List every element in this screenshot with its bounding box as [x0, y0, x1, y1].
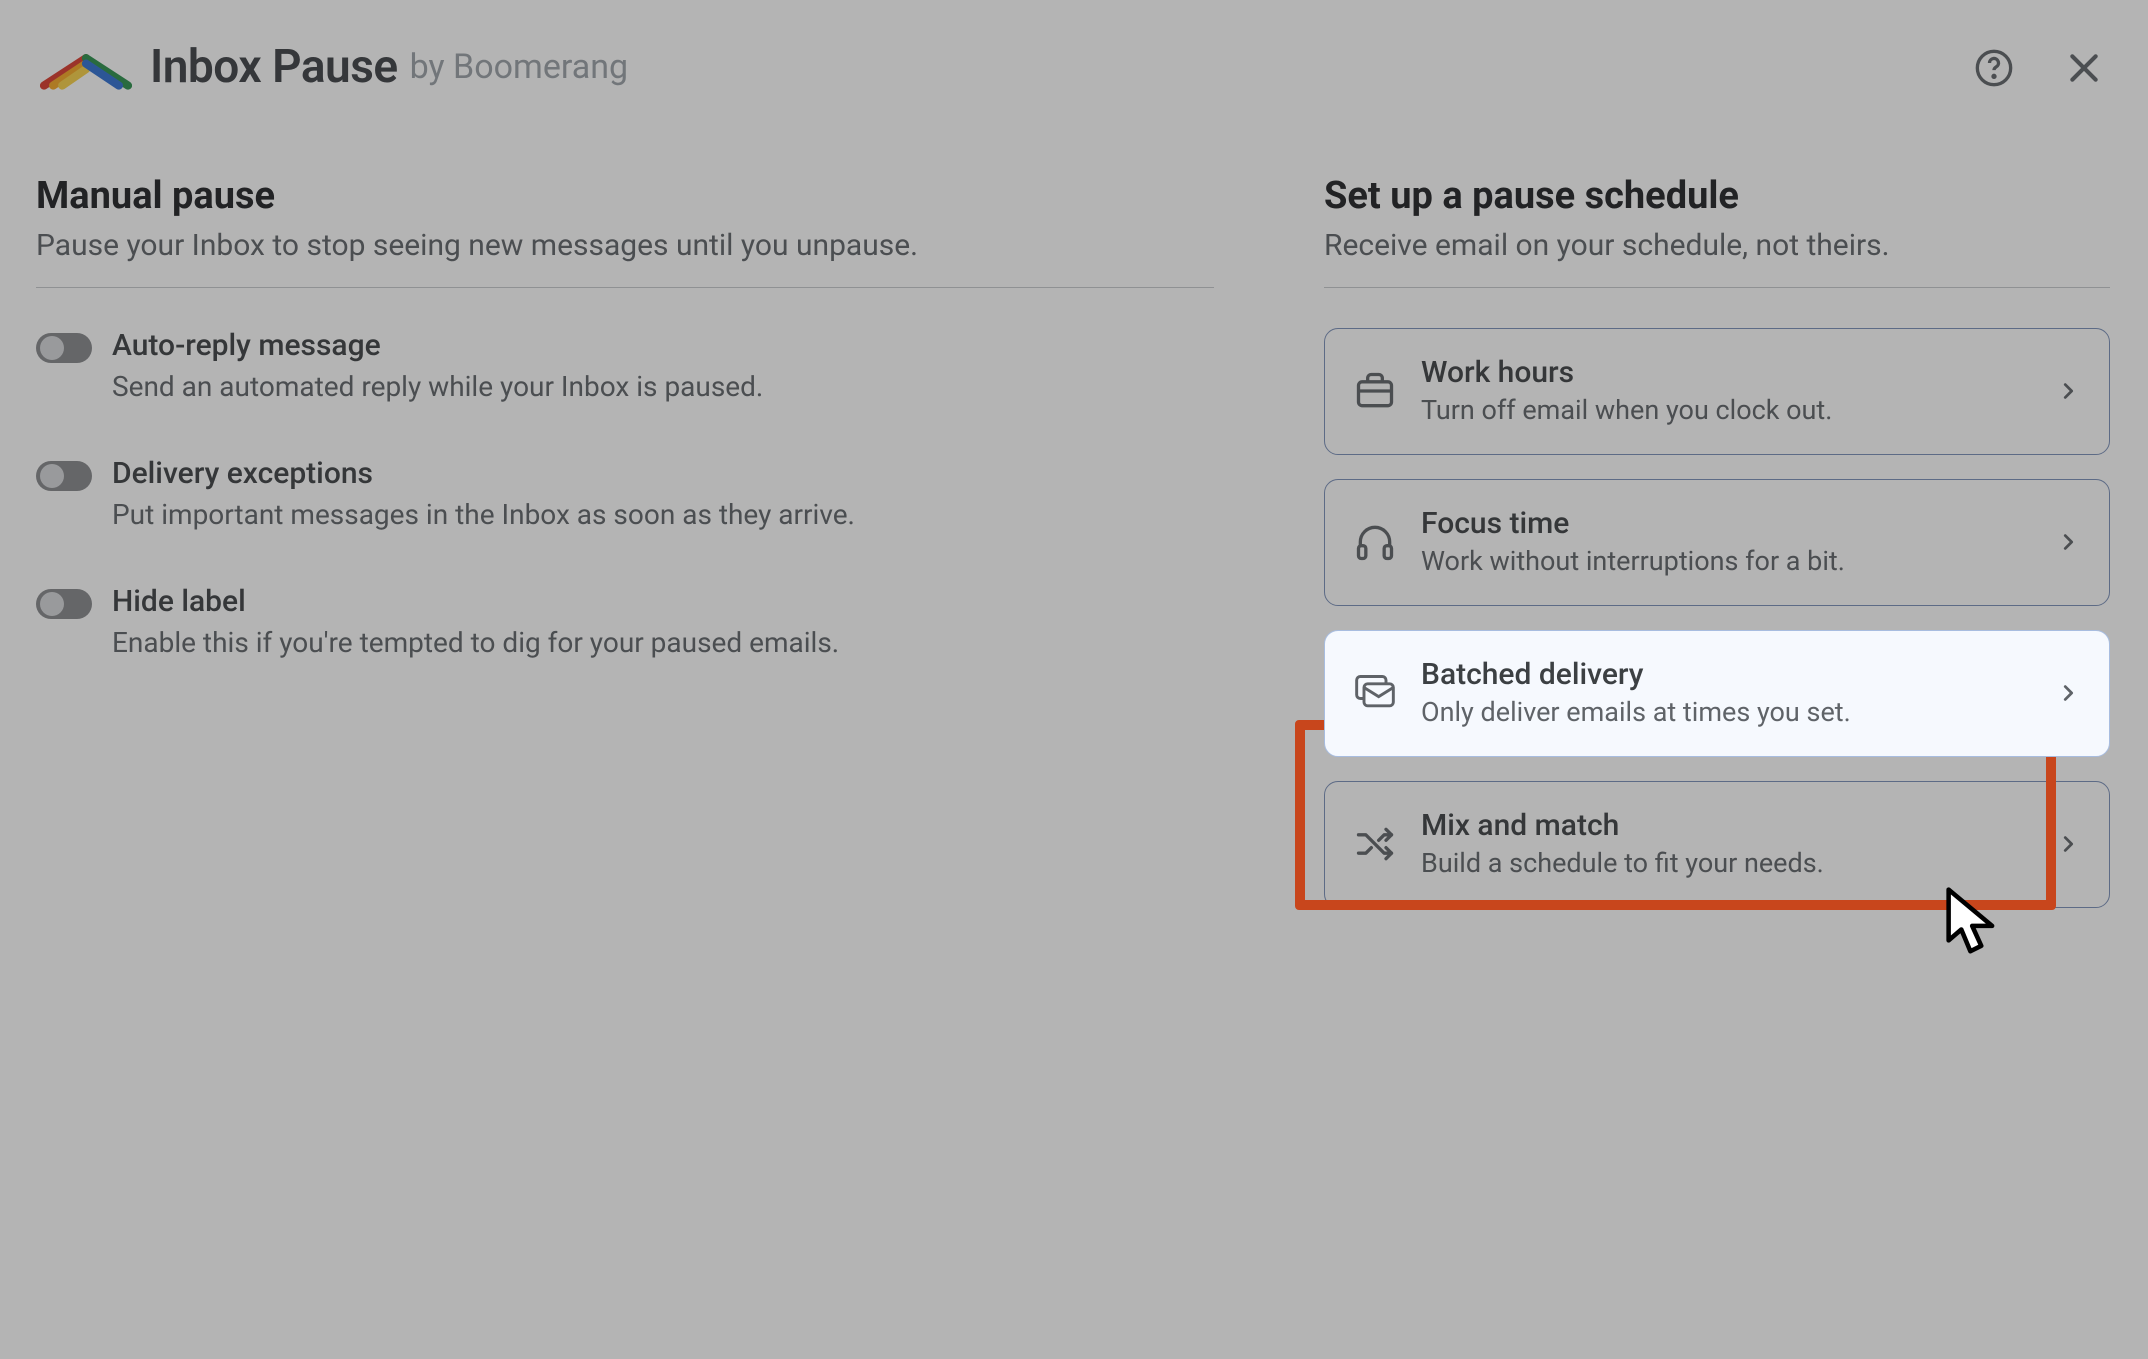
manual-pause-title: Manual pause	[36, 174, 1214, 218]
card-focus-time[interactable]: Focus time Work without interruptions fo…	[1324, 479, 2110, 606]
stacked-mail-icon	[1353, 671, 1397, 715]
headphones-icon	[1353, 520, 1397, 564]
card-title: Work hours	[1421, 355, 2033, 390]
schedule-title: Set up a pause schedule	[1324, 174, 2110, 218]
toggle-delivery-exceptions: Delivery exceptions Put important messag…	[36, 456, 1214, 534]
divider	[36, 287, 1214, 288]
card-mix-and-match[interactable]: Mix and match Build a schedule to fit yo…	[1324, 781, 2110, 908]
app-subtitle: by Boomerang	[410, 47, 628, 87]
chevron-right-icon	[2057, 380, 2079, 402]
boomerang-logo-icon	[40, 49, 132, 91]
pause-schedule-section: Set up a pause schedule Receive email on…	[1324, 174, 2110, 932]
card-desc: Turn off email when you clock out.	[1421, 394, 2033, 426]
auto-reply-toggle[interactable]	[36, 333, 92, 363]
toggle-desc: Put important messages in the Inbox as s…	[112, 495, 1214, 534]
divider	[1324, 287, 2110, 288]
toggle-label: Delivery exceptions	[112, 456, 1214, 491]
schedule-subtitle: Receive email on your schedule, not thei…	[1324, 228, 2110, 263]
toggle-label: Hide label	[112, 584, 1214, 619]
inbox-pause-panel: Inbox Pause by Boomerang Manual pause Pa…	[0, 0, 2148, 1359]
card-work-hours[interactable]: Work hours Turn off email when you clock…	[1324, 328, 2110, 455]
help-icon[interactable]	[1974, 48, 2014, 88]
card-title: Focus time	[1421, 506, 2033, 541]
card-desc: Only deliver emails at times you set.	[1421, 696, 2033, 728]
chevron-right-icon	[2057, 833, 2079, 855]
header: Inbox Pause by Boomerang	[0, 0, 2148, 114]
card-title: Batched delivery	[1421, 657, 2033, 692]
chevron-right-icon	[2057, 531, 2079, 553]
toggle-desc: Send an automated reply while your Inbox…	[112, 367, 1214, 406]
chevron-right-icon	[2057, 682, 2079, 704]
card-desc: Work without interruptions for a bit.	[1421, 545, 2033, 577]
toggle-label: Auto-reply message	[112, 328, 1214, 363]
shuffle-icon	[1353, 822, 1397, 866]
card-batched-delivery[interactable]: Batched delivery Only deliver emails at …	[1324, 630, 2110, 757]
briefcase-icon	[1353, 369, 1397, 413]
delivery-exceptions-toggle[interactable]	[36, 461, 92, 491]
app-title: Inbox Pause	[150, 40, 398, 94]
card-desc: Build a schedule to fit your needs.	[1421, 847, 2033, 879]
toggle-auto-reply: Auto-reply message Send an automated rep…	[36, 328, 1214, 406]
toggle-desc: Enable this if you're tempted to dig for…	[112, 623, 1214, 662]
toggle-hide-label: Hide label Enable this if you're tempted…	[36, 584, 1214, 662]
card-title: Mix and match	[1421, 808, 2033, 843]
close-icon[interactable]	[2064, 48, 2104, 88]
manual-pause-subtitle: Pause your Inbox to stop seeing new mess…	[36, 228, 1214, 263]
manual-pause-section: Manual pause Pause your Inbox to stop se…	[36, 174, 1214, 932]
hide-label-toggle[interactable]	[36, 589, 92, 619]
